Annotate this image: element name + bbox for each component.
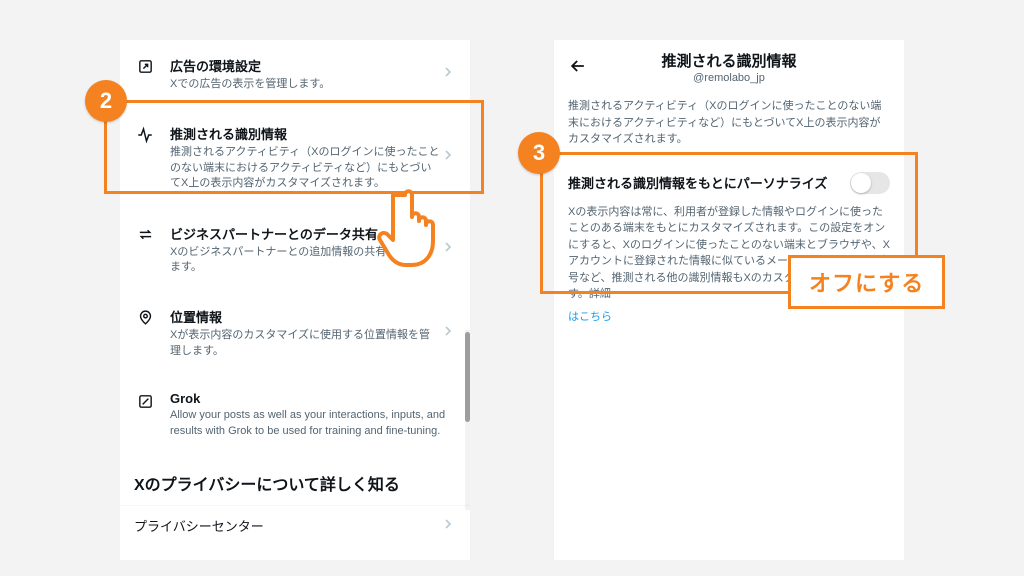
settings-item-data-sharing[interactable]: ビジネスパートナーとのデータ共有 Xのビジネスパートナーとの追加情報の共有を許可… — [120, 208, 470, 292]
item-title: プライバシーセンター — [134, 516, 264, 535]
activity-icon — [134, 126, 156, 144]
chevron-right-icon — [440, 64, 456, 85]
learn-more-link[interactable]: はこちら — [554, 311, 626, 323]
external-link-icon — [134, 58, 156, 75]
settings-item-ads[interactable]: 広告の環境設定 Xでの広告の表示を管理します。 — [120, 40, 470, 108]
item-title: 推測される識別情報 — [170, 124, 440, 143]
username: @remolabo_jp — [594, 72, 864, 84]
step-badge-3: 3 — [518, 132, 560, 174]
step-badge-2: 2 — [85, 80, 127, 122]
chevron-right-icon — [440, 516, 456, 535]
item-desc: Xでの広告の表示を管理します。 — [170, 77, 440, 92]
chevron-right-icon — [440, 239, 456, 260]
callout-turn-off: オフにする — [788, 255, 945, 309]
page-intro-text: 推測されるアクティビティ（Xのログインに使ったことのない端末におけるアクティビテ… — [554, 92, 904, 158]
section-heading-privacy: Xのプライバシーについて詳しく知る — [120, 455, 470, 505]
settings-item-location[interactable]: 位置情報 Xが表示内容のカスタマイズに使用する位置情報を管理します。 — [120, 291, 470, 375]
settings-item-inferred-identity[interactable]: 推測される識別情報 推測されるアクティビティ（Xのログインに使ったことのない端末… — [120, 108, 470, 207]
item-title: ビジネスパートナーとのデータ共有 — [170, 224, 440, 243]
toggle-label: 推測される識別情報をもとにパーソナライズ — [568, 173, 827, 192]
settings-list-panel: 広告の環境設定 Xでの広告の表示を管理します。 推測される識別情報 推測されるア… — [120, 40, 470, 560]
toggle-knob — [851, 173, 871, 193]
settings-item-grok[interactable]: Grok Allow your posts as well as your in… — [120, 375, 470, 455]
scrollbar-thumb[interactable] — [465, 332, 470, 422]
item-desc: Allow your posts as well as your interac… — [170, 408, 456, 439]
item-desc: Xのビジネスパートナーとの追加情報の共有を許可します。 — [170, 245, 440, 276]
chevron-right-icon — [440, 147, 456, 168]
location-pin-icon — [134, 309, 156, 326]
item-title: 広告の環境設定 — [170, 56, 440, 75]
settings-item-privacy-center[interactable]: プライバシーセンター — [120, 505, 470, 545]
item-desc: 推測されるアクティビティ（Xのログインに使ったことのない端末におけるアクティビテ… — [170, 145, 440, 191]
item-desc: Xが表示内容のカスタマイズに使用する位置情報を管理します。 — [170, 328, 440, 359]
grok-icon — [134, 393, 156, 410]
chevron-right-icon — [440, 323, 456, 344]
item-title: 位置情報 — [170, 307, 440, 326]
item-title: Grok — [170, 391, 456, 406]
page-title: 推測される識別情報 — [594, 50, 864, 71]
back-button[interactable] — [564, 52, 592, 80]
exchange-icon — [134, 226, 156, 243]
personalize-toggle[interactable] — [850, 172, 890, 194]
